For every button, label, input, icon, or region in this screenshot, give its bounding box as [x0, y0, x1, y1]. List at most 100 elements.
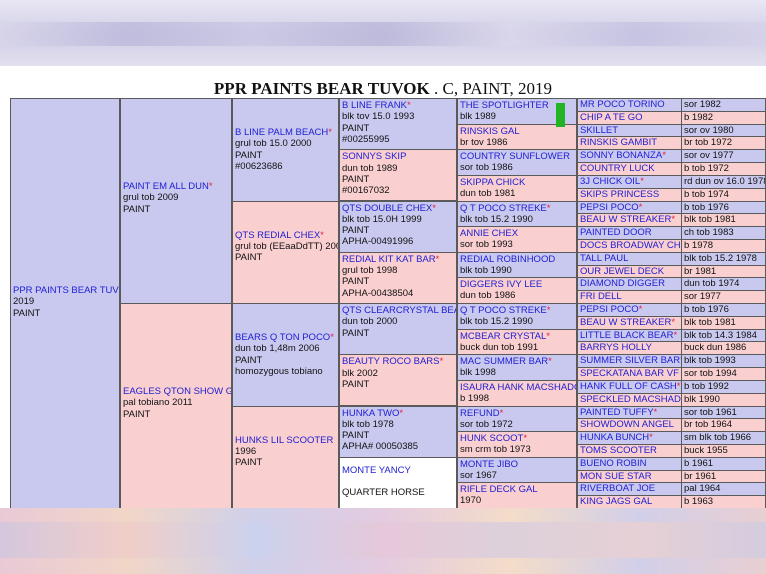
horse-name: DIAMOND DIGGER [580, 278, 665, 289]
horse-name-text: MONTE YANCY [342, 464, 411, 476]
horse-info: dun tob 1981 [460, 187, 516, 199]
horse-name: REDIAL ROBINHOOD [460, 254, 574, 265]
horse-name-text: B LINE FRANK [342, 100, 407, 111]
horse-name-text: QTS REDIAL CHEX [235, 229, 321, 241]
horse-info: PAINT [342, 276, 370, 288]
star-marker: * [671, 214, 676, 226]
horse-name: HUNK SCOOT* [460, 433, 574, 444]
horse-name-text: HANK FULL OF CASH [580, 380, 677, 392]
horse-info: sor tob 1994 [684, 368, 737, 380]
horse-info: PAINT [123, 408, 151, 420]
horse-name-text: BARRYS HOLLY [580, 342, 652, 354]
gen5-cell: HUNK SCOOT* sm crm tob 1973 [457, 431, 577, 459]
horse-name-text: B LINE PALM BEACH [235, 127, 329, 138]
horse-name: DIGGERS IVY LEE [460, 279, 574, 290]
horse-info: PAINT [123, 203, 151, 215]
horse-info: b 1961 [684, 457, 714, 469]
star-marker: * [673, 329, 678, 341]
star-marker: * [546, 305, 551, 316]
horse-info: sor ov 1980 [684, 124, 734, 136]
horse-name-text: HUNKS LIL SCOOTER [235, 434, 334, 446]
horse-info: PAINT [235, 457, 263, 469]
gen5-cell: Q T POCO STREKE* blk tob 15.2 1990 [457, 200, 577, 228]
horse-info: dun tob 1989 [342, 162, 398, 174]
horse-info: dun tob 1974 [684, 278, 740, 290]
horse-name-title: PPR PAINTS BEAR TUVOK [213, 79, 430, 98]
star-marker: * [649, 432, 653, 444]
horse-name-text: THE SPOTLIGHTER [460, 100, 549, 111]
horse-name-text: REDIAL ROBINHOOD [460, 253, 556, 265]
star-marker: * [676, 380, 681, 392]
horse-info: blk tob 15.2 1978 [684, 252, 757, 264]
star-marker: * [640, 175, 644, 187]
horse-info: 1996 [235, 445, 257, 457]
horse-info: pal 1964 [684, 483, 721, 495]
horse-name: SKIPPA CHICK [460, 177, 574, 188]
ancestor-name-box: 3J CHICK OIL* [578, 175, 682, 188]
gen4-cell: REDIAL KIT KAT BAR* grul tob 1998 PAINT APH… [339, 251, 457, 304]
horse-info: b tob 1976 [684, 201, 729, 213]
horse-info: br 1961 [684, 470, 717, 482]
ancestor-name-box: COUNTRY LUCK [578, 163, 682, 176]
gen5-cell: COUNTRY SUNFLOWER sor tob 1986 [457, 149, 577, 177]
horse-name-text: SKILLET [580, 124, 619, 136]
gen5-cell: ANNIE CHEX sor tob 1993 [457, 226, 577, 254]
gen4-cell: QTS DOUBLE CHEX* blk tob 15.0H 1999 PAINT A… [339, 200, 457, 253]
horse-info: #00255995 [342, 133, 390, 145]
horse-info: blk 1998 [460, 367, 496, 379]
horse-name-text: SONNYS SKIP [342, 151, 407, 163]
horse-name: QTS DOUBLE CHEX* [342, 203, 454, 214]
horse-name-text: 3J CHICK OIL [580, 175, 641, 187]
star-marker: * [399, 407, 404, 419]
horse-name: MON SUE STAR [580, 471, 652, 482]
horse-name-text: BEAU W STREAKER [580, 214, 672, 226]
gen4-cell: HUNKA TWO* blk tob 1978 PAINT APHA# 0005038… [339, 405, 457, 458]
subject-cell: PPR PAINTS BEAR TUVOK2019PAINT [10, 98, 120, 509]
horse-name-text: MONTE JIBO [460, 458, 519, 470]
horse-info: b 1963 [684, 496, 714, 508]
star-marker: * [548, 356, 552, 368]
horse-info: b 1998 [460, 392, 490, 404]
ancestor-name-box: KING JAGS GAL [578, 496, 682, 509]
ancestor-name-box: DOCS BROADWAY CHEX [578, 239, 682, 252]
horse-info: blk tob 15.2 1990 [460, 213, 533, 225]
horse-name-text: HUNK SCOOT [460, 433, 524, 445]
ancestor-name-box: PEPSI POCO* [578, 201, 682, 214]
star-marker: * [653, 406, 658, 418]
horse-name: MONTE JIBO [460, 459, 574, 470]
horse-info: grul tob 2009 [123, 192, 179, 204]
horse-name-text: MAC SUMMER BAR [460, 356, 549, 368]
blurred-footer-background [0, 508, 766, 574]
horse-name: ANNIE CHEX [460, 228, 574, 239]
horse-name-text: RINSKIS GAL [460, 125, 520, 137]
horse-name: QTS CLEARCRYSTAL BEAR* [342, 305, 456, 316]
horse-info: dun tob 2000 [342, 316, 398, 328]
ancestor-name-box: BEAU W STREAKER* [578, 316, 682, 329]
ancestor-name-box: PAINTED DOOR [578, 227, 682, 240]
ancestor-name-box: SKILLET [578, 124, 682, 137]
horse-name-text: RINSKIS GAMBIT [580, 137, 658, 149]
horse-info: PAINT [342, 122, 370, 134]
horse-name: EAGLES QTON SHOW GAL [123, 386, 231, 397]
gen5-cell: Q T POCO STREKE* blk tob 15.2 1990 [457, 303, 577, 330]
horse-info: PAINT [342, 378, 370, 390]
horse-name-text: BEAU W STREAKER [580, 316, 672, 328]
ancestor-name-box: SPECKATANA BAR VF [578, 368, 682, 381]
horse-name: LITTLE BLACK BEAR* [580, 330, 677, 341]
ancestor-name-box: CHIP A TE GO [578, 111, 682, 124]
star-marker: * [638, 201, 643, 213]
horse-name: COUNTRY SUNFLOWER [460, 151, 574, 162]
horse-info: sm blk tob 1966 [684, 432, 752, 444]
pedigree-table: PPR PAINTS BEAR TUVOK2019PAINTPAINT EM A… [10, 98, 766, 510]
horse-info: b tob 1974 [684, 188, 729, 200]
horse-name: HANK FULL OF CASH* [580, 381, 680, 392]
horse-info: sor tob 1986 [460, 162, 513, 174]
horse-name: TOMS SCOOTER [580, 445, 657, 456]
horse-name: 3J CHICK OIL* [580, 176, 644, 187]
horse-name-text: PAINT EM ALL DUN [123, 181, 209, 192]
horse-name: PPR PAINTS BEAR TUVOK [13, 285, 119, 296]
horse-name: CHIP A TE GO [580, 112, 642, 123]
horse-info: blk tob 14.3 1984 [684, 329, 757, 341]
gen3-cell: QTS REDIAL CHEX* grul tob (EEaaDdTT) 2004… [232, 200, 339, 305]
horse-info: homozygous tobiano [235, 365, 323, 377]
